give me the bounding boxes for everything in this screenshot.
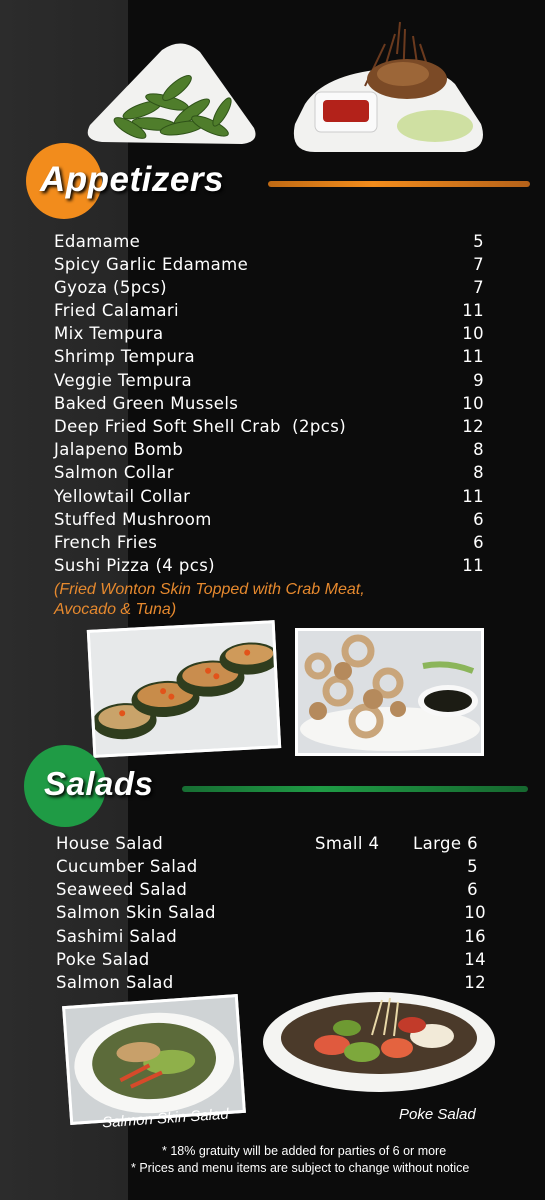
menu-item: Salmon Collar 8: [54, 461, 484, 484]
item-name: Edamame: [54, 232, 141, 251]
item-price: 12: [462, 417, 484, 436]
menu-item: Poke Salad 14: [56, 948, 486, 971]
item-name: Spicy Garlic Edamame: [54, 255, 249, 274]
menu-item: Cucumber Salad 5: [56, 855, 486, 878]
item-name: Salmon Salad: [56, 973, 174, 992]
menu-item: Edamame 5: [54, 230, 484, 253]
item-name: Yellowtail Collar: [54, 487, 191, 506]
menu-item: Yellowtail Collar 11: [54, 485, 484, 508]
item-price: 5: [467, 857, 478, 876]
item-name: Cucumber Salad: [56, 857, 198, 876]
menu-item: Baked Green Mussels 10: [54, 392, 484, 415]
item-price: 6: [473, 533, 484, 552]
menu-item: French Fries 6: [54, 531, 484, 554]
item-name: Sashimi Salad: [56, 927, 178, 946]
menu-item: Veggie Tempura 9: [54, 369, 484, 392]
appetizers-brush-line: [268, 181, 530, 187]
menu-item: Salmon Skin Salad 10: [56, 901, 486, 924]
item-name: House Salad: [56, 834, 164, 853]
poke-salad-caption: Poke Salad: [399, 1106, 476, 1123]
item-price: 10: [462, 324, 484, 343]
item-price: 6: [467, 880, 478, 899]
item-name: Seaweed Salad: [56, 880, 188, 899]
item-name: Sushi Pizza (4 pcs): [54, 556, 216, 575]
item-price: 7: [473, 278, 484, 297]
gratuity-note: * 18% gratuity will be added for parties…: [162, 1144, 447, 1158]
item-small-price: Small 4: [315, 834, 380, 853]
item-price: 6: [473, 510, 484, 529]
item-name: Gyoza (5pcs): [54, 278, 167, 297]
edamame-photo: [82, 40, 262, 150]
menu-item: Gyoza (5pcs) 7: [54, 276, 484, 299]
menu-item: Jalapeno Bomb 8: [54, 438, 484, 461]
item-price: 11: [462, 347, 484, 366]
item-price: Large 6: [413, 834, 478, 853]
item-price: 9: [473, 371, 484, 390]
salads-title: Salads: [44, 765, 154, 802]
item-name: Salmon Skin Salad: [56, 903, 216, 922]
sushi-pizza-description: (Fried Wonton Skin Topped with Crab Meat…: [54, 580, 434, 620]
item-name: Jalapeno Bomb: [54, 440, 184, 459]
poke-salad-photo: [262, 990, 497, 1100]
menu-item: House Salad Small 4 Large 6: [56, 832, 486, 855]
item-name: Baked Green Mussels: [54, 394, 239, 413]
menu-item: Mix Tempura 10: [54, 322, 484, 345]
item-name: Deep Fried Soft Shell Crab (2pcs): [54, 417, 347, 436]
menu-page: Appetizers Edamame 5 Spicy Garlic Edamame…: [0, 0, 545, 1200]
item-price: 7: [473, 255, 484, 274]
item-name: Stuffed Mushroom: [54, 510, 212, 529]
menu-item: Spicy Garlic Edamame 7: [54, 253, 484, 276]
item-name: Veggie Tempura: [54, 371, 193, 390]
soft-shell-crab-photo: [285, 14, 490, 160]
menu-item: Deep Fried Soft Shell Crab (2pcs) 12: [54, 415, 484, 438]
item-price: 11: [462, 301, 484, 320]
description-line: Avocado & Tuna): [54, 601, 177, 618]
item-name: French Fries: [54, 533, 158, 552]
item-price: 8: [473, 440, 484, 459]
price-change-note: * Prices and menu items are subject to c…: [131, 1161, 470, 1175]
item-price: 11: [462, 556, 484, 575]
item-name: Mix Tempura: [54, 324, 164, 343]
menu-item: Fried Calamari 11: [54, 299, 484, 322]
item-price: 8: [473, 463, 484, 482]
item-price: 10: [462, 394, 484, 413]
menu-item: Seaweed Salad 6: [56, 878, 486, 901]
appetizers-title: Appetizers: [40, 160, 224, 199]
item-price: 11: [462, 487, 484, 506]
item-name: Shrimp Tempura: [54, 347, 196, 366]
item-name: Salmon Collar: [54, 463, 174, 482]
item-name: Fried Calamari: [54, 301, 180, 320]
salads-brush-line: [182, 786, 528, 792]
menu-item: Shrimp Tempura 11: [54, 345, 484, 368]
item-price: 10: [464, 903, 486, 922]
item-price: 5: [473, 232, 484, 251]
menu-item: Sushi Pizza (4 pcs) 11: [54, 554, 484, 577]
description-line: (Fried Wonton Skin Topped with Crab Meat…: [54, 581, 365, 598]
mussels-photo: [86, 620, 282, 758]
item-price: 14: [464, 950, 486, 969]
item-name: Poke Salad: [56, 950, 150, 969]
calamari-photo: [295, 628, 484, 756]
item-price: 16: [464, 927, 486, 946]
menu-item: Stuffed Mushroom 6: [54, 508, 484, 531]
menu-item: Sashimi Salad 16: [56, 925, 486, 948]
